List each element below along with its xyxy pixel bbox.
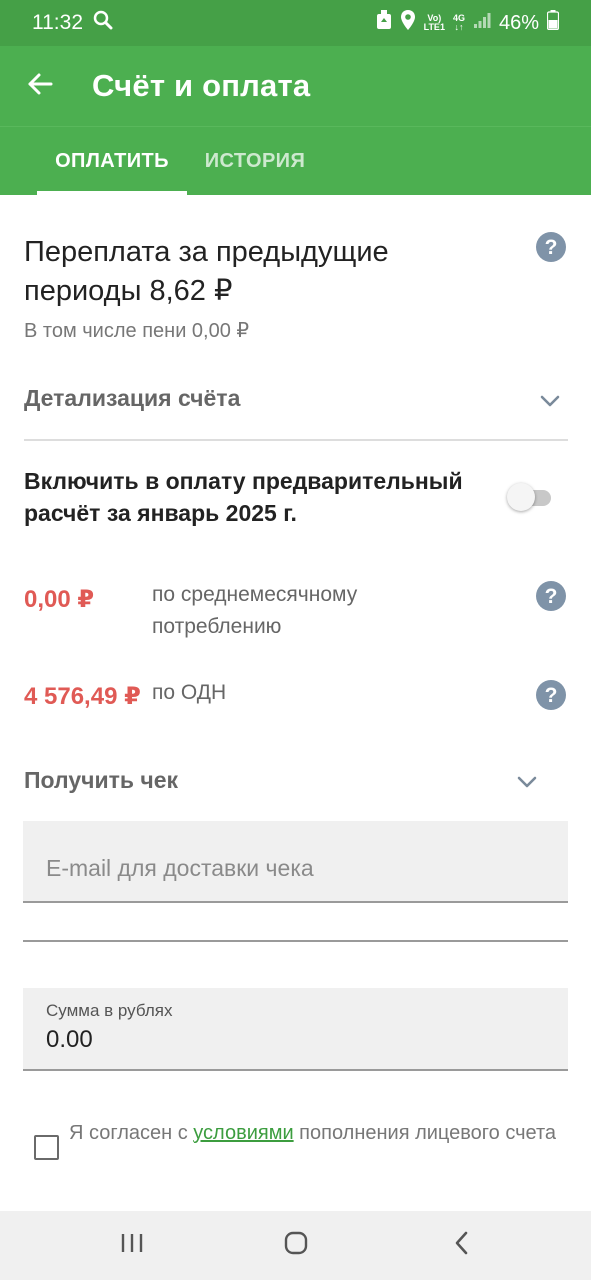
agreement-checkbox[interactable] (34, 1135, 59, 1160)
email-input[interactable] (46, 855, 546, 882)
chevron-down-icon[interactable] (517, 775, 537, 793)
svg-text:?: ? (545, 585, 558, 608)
page-title: Счёт и оплата (92, 68, 311, 103)
svg-text:?: ? (545, 236, 558, 259)
location-icon (400, 10, 416, 36)
chevron-down-icon (540, 394, 560, 412)
search-icon (93, 10, 113, 36)
charge-description: по ОДН (152, 681, 227, 704)
charge-amount: 4 576,49 ₽ (24, 683, 141, 710)
sum-label: Сумма в рублях (46, 1001, 173, 1020)
volte-indicator: Vo) LTE1 (423, 13, 445, 32)
sum-input[interactable]: 0.00 (46, 1026, 93, 1054)
battery-percent: 46% (498, 11, 539, 34)
help-icon[interactable]: ? (536, 232, 566, 262)
home-icon (284, 1231, 308, 1260)
penalty-note: В том числе пени 0,00 ₽ (24, 320, 250, 342)
arrow-left-icon (27, 72, 53, 101)
system-nav-bar (0, 1211, 591, 1280)
details-expander[interactable]: Детализация счёта (24, 385, 568, 441)
help-icon[interactable]: ? (536, 581, 566, 611)
recycle-bin-icon (376, 10, 392, 36)
svg-text:?: ? (545, 684, 558, 707)
status-bar: 11:32 Vo) LTE1 4G ↓↑ 46% (0, 0, 591, 46)
recent-apps-button[interactable] (92, 1211, 172, 1280)
divider (23, 940, 568, 942)
include-prepayment-toggle[interactable] (507, 482, 553, 512)
recent-apps-icon (120, 1232, 144, 1259)
help-icon[interactable]: ? (536, 680, 566, 710)
tab-pay[interactable]: ОПЛАТИТЬ (37, 127, 187, 195)
tab-history[interactable]: ИСТОРИЯ (187, 127, 323, 195)
terms-link[interactable]: условиями (193, 1122, 293, 1144)
charge-description: по среднемесячному потреблению (152, 583, 358, 638)
receipt-expander[interactable]: Получить чек (24, 767, 178, 794)
overpayment-title: Переплата за предыдущие периоды 8,62 ₽ (24, 236, 389, 307)
status-time: 11:32 (32, 11, 83, 34)
charge-amount: 0,00 ₽ (24, 586, 95, 613)
back-button[interactable] (0, 46, 80, 126)
app-bar: Счёт и оплата (0, 46, 591, 126)
signal-icon (473, 11, 491, 35)
agreement-text: Я согласен с условиями пополнения лицево… (69, 1122, 557, 1144)
sum-field[interactable]: Сумма в рублях 0.00 (23, 988, 568, 1071)
back-icon (454, 1231, 470, 1260)
include-prepayment-label: Включить в оплату предварительный расчёт… (24, 468, 463, 526)
nav-back-button[interactable] (422, 1211, 502, 1280)
tab-bar: ОПЛАТИТЬ ИСТОРИЯ (0, 126, 591, 195)
details-label: Детализация счёта (24, 385, 241, 411)
network-type-indicator: 4G ↓↑ (452, 13, 465, 32)
home-button[interactable] (256, 1211, 336, 1280)
email-field[interactable] (23, 821, 568, 903)
battery-icon (546, 10, 560, 36)
